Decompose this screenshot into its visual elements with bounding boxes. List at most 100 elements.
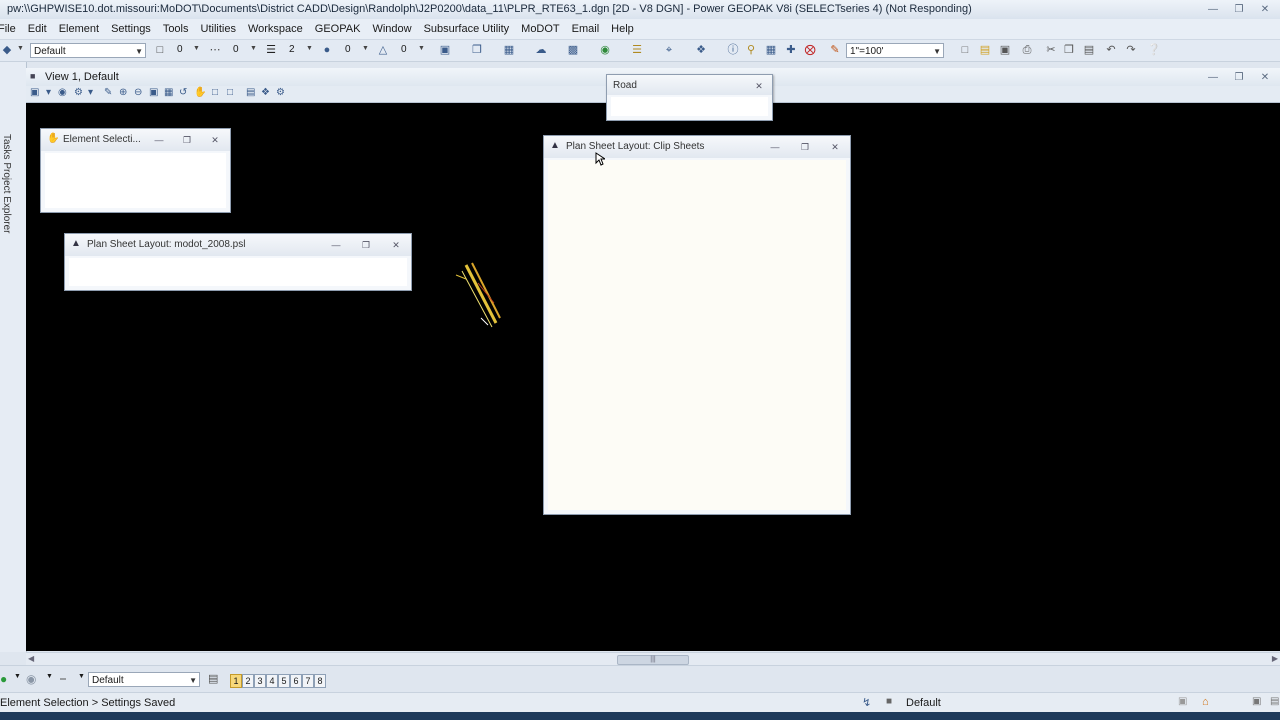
undo-icon[interactable]: ↶ [1104, 43, 1118, 57]
cut-icon[interactable]: ✂ [1044, 43, 1058, 57]
active-level-combo[interactable]: Default ▼ [30, 43, 146, 58]
menu-subsurface-utility[interactable]: Subsurface Utility [418, 23, 516, 35]
menu-settings[interactable]: Settings [105, 23, 157, 35]
print-icon[interactable]: ⎙ [1020, 43, 1034, 57]
new-file-icon[interactable]: □ [958, 43, 972, 57]
chevron-down-icon[interactable]: ▼ [78, 673, 85, 680]
help-icon[interactable]: ❔ [1147, 43, 1161, 57]
rotate-view-icon[interactable]: ↺ [179, 87, 187, 98]
chevron-down-icon[interactable]: ▾ [46, 87, 51, 98]
record-icon[interactable]: ◉ [26, 672, 36, 686]
menu-geopak[interactable]: GEOPAK [309, 23, 367, 35]
chevron-down-icon[interactable]: ▼ [250, 45, 257, 52]
dock-tabs-label[interactable]: Tasks Project Explorer [1, 134, 12, 233]
view-group-manager-icon[interactable]: ▤ [208, 672, 218, 685]
grid-icon[interactable]: ▦ [764, 43, 778, 57]
restore-icon[interactable]: ❐ [357, 238, 375, 253]
minimize-icon[interactable]: — [327, 238, 345, 253]
level-manager-icon[interactable]: ◆ [0, 43, 14, 57]
zoom-in-icon[interactable]: ⊕ [119, 87, 127, 98]
view-next-icon[interactable]: □ [227, 87, 233, 98]
view-button-4[interactable]: 4 [266, 674, 278, 688]
raster-icon[interactable]: ▩ [566, 43, 580, 57]
window-area-icon[interactable]: ▣ [149, 87, 158, 98]
line-style-icon[interactable]: ⋯ [208, 43, 222, 57]
view-button-5[interactable]: 5 [278, 674, 290, 688]
camera-icon[interactable]: ⚙ [276, 87, 285, 98]
copy-icon[interactable]: ❐ [470, 43, 484, 57]
play-icon[interactable]: ● [0, 672, 7, 686]
pan-view-icon[interactable]: ✋ [194, 87, 206, 98]
chevron-down-icon[interactable]: ▼ [193, 45, 200, 52]
copy-clipboard-icon[interactable]: ❐ [1062, 43, 1076, 57]
view-previous-icon[interactable]: □ [212, 87, 218, 98]
design-history-icon[interactable]: ▣ [1178, 696, 1187, 707]
scroll-right-icon[interactable]: ▶ [1272, 654, 1278, 663]
redo-icon[interactable]: ↷ [1124, 43, 1138, 57]
close-icon[interactable]: ✕ [387, 238, 405, 253]
line-weight-icon[interactable]: ☰ [264, 43, 278, 57]
view-minimize-icon[interactable]: — [1202, 70, 1224, 84]
save-icon[interactable]: ▣ [998, 43, 1012, 57]
close-icon[interactable]: ✕ [1254, 2, 1276, 16]
clip-volume-icon[interactable]: ❖ [261, 87, 270, 98]
priority-icon[interactable]: △ [376, 43, 390, 57]
menu-email[interactable]: Email [566, 23, 606, 35]
measure-icon[interactable]: ⌖ [662, 43, 676, 57]
annotation-scale-icon[interactable]: ✎ [828, 43, 842, 57]
home-icon[interactable]: ⌂ [1202, 696, 1209, 708]
transparency-icon[interactable]: ● [320, 43, 334, 57]
plan-sheet-modot-dialog[interactable]: ▲ Plan Sheet Layout: modot_2008.psl — ❐ … [64, 233, 412, 291]
road-dialog[interactable]: Road ✕ [606, 74, 773, 121]
model-icon[interactable]: ▣ [1252, 696, 1261, 707]
update-view-icon[interactable]: ✎ [104, 87, 112, 98]
view-button-7[interactable]: 7 [302, 674, 314, 688]
references-icon[interactable]: ◉ [598, 43, 612, 57]
view-button-2[interactable]: 2 [242, 674, 254, 688]
element-selection-icon[interactable]: ▣ [438, 43, 452, 57]
chevron-down-icon[interactable]: ▼ [14, 673, 21, 680]
horizontal-scrollbar[interactable]: ◀ ||| ▶ [26, 652, 1280, 665]
view-button-1[interactable]: 1 [230, 674, 242, 688]
display-style-icon[interactable]: ◉ [58, 87, 67, 98]
view-button-3[interactable]: 3 [254, 674, 266, 688]
settings-icon[interactable]: ⚙ [74, 87, 83, 98]
view-button-8[interactable]: 8 [314, 674, 326, 688]
paste-icon[interactable]: ▤ [1082, 43, 1096, 57]
minimize-icon[interactable]: — [766, 140, 784, 155]
chevron-down-icon[interactable]: ▼ [17, 45, 24, 52]
search-icon[interactable]: ⚲ [744, 43, 758, 57]
lock-icon[interactable]: ■ [886, 696, 892, 707]
open-folder-icon[interactable]: ▤ [978, 43, 992, 57]
copy-view-icon[interactable]: ▤ [246, 87, 255, 98]
menu-window[interactable]: Window [366, 23, 417, 35]
chevron-down-icon[interactable]: ▼ [362, 45, 369, 52]
menu-help[interactable]: Help [605, 23, 640, 35]
scroll-thumb[interactable]: ||| [617, 655, 689, 665]
menu-modot[interactable]: MoDOT [515, 23, 566, 35]
menu-utilities[interactable]: Utilities [195, 23, 242, 35]
color-icon[interactable]: □ [153, 43, 167, 57]
menu-edit[interactable]: Edit [22, 23, 53, 35]
view-close-icon[interactable]: ✕ [1254, 70, 1276, 84]
menu-file[interactable]: File [0, 23, 22, 35]
accudraw-icon[interactable]: ✚ [784, 43, 798, 57]
close-icon[interactable]: ✕ [206, 133, 224, 148]
zoom-out-icon[interactable]: ⊖ [134, 87, 142, 98]
chevron-down-icon[interactable]: ▼ [418, 45, 425, 52]
cloud-icon[interactable]: ☁ [534, 43, 548, 57]
fence-icon[interactable]: ▦ [502, 43, 516, 57]
restore-icon[interactable]: ❐ [796, 140, 814, 155]
annotation-scale-combo[interactable]: 1"=100' ▼ [846, 43, 944, 58]
file-status-icon[interactable]: ▤ [1270, 696, 1279, 707]
menu-element[interactable]: Element [53, 23, 105, 35]
info-icon[interactable]: ⓘ [726, 43, 740, 57]
element-selection-dialog[interactable]: ✋ Element Selecti... — ❐ ✕ [40, 128, 231, 213]
scroll-left-icon[interactable]: ◀ [28, 654, 34, 663]
chevron-down-icon[interactable]: ▼ [46, 673, 53, 680]
restore-icon[interactable]: ❐ [1228, 2, 1250, 16]
view-button-6[interactable]: 6 [290, 674, 302, 688]
fit-view-icon[interactable]: ▦ [164, 87, 173, 98]
chevron-down-icon[interactable]: ▼ [306, 45, 313, 52]
close-icon[interactable]: ✕ [826, 140, 844, 155]
